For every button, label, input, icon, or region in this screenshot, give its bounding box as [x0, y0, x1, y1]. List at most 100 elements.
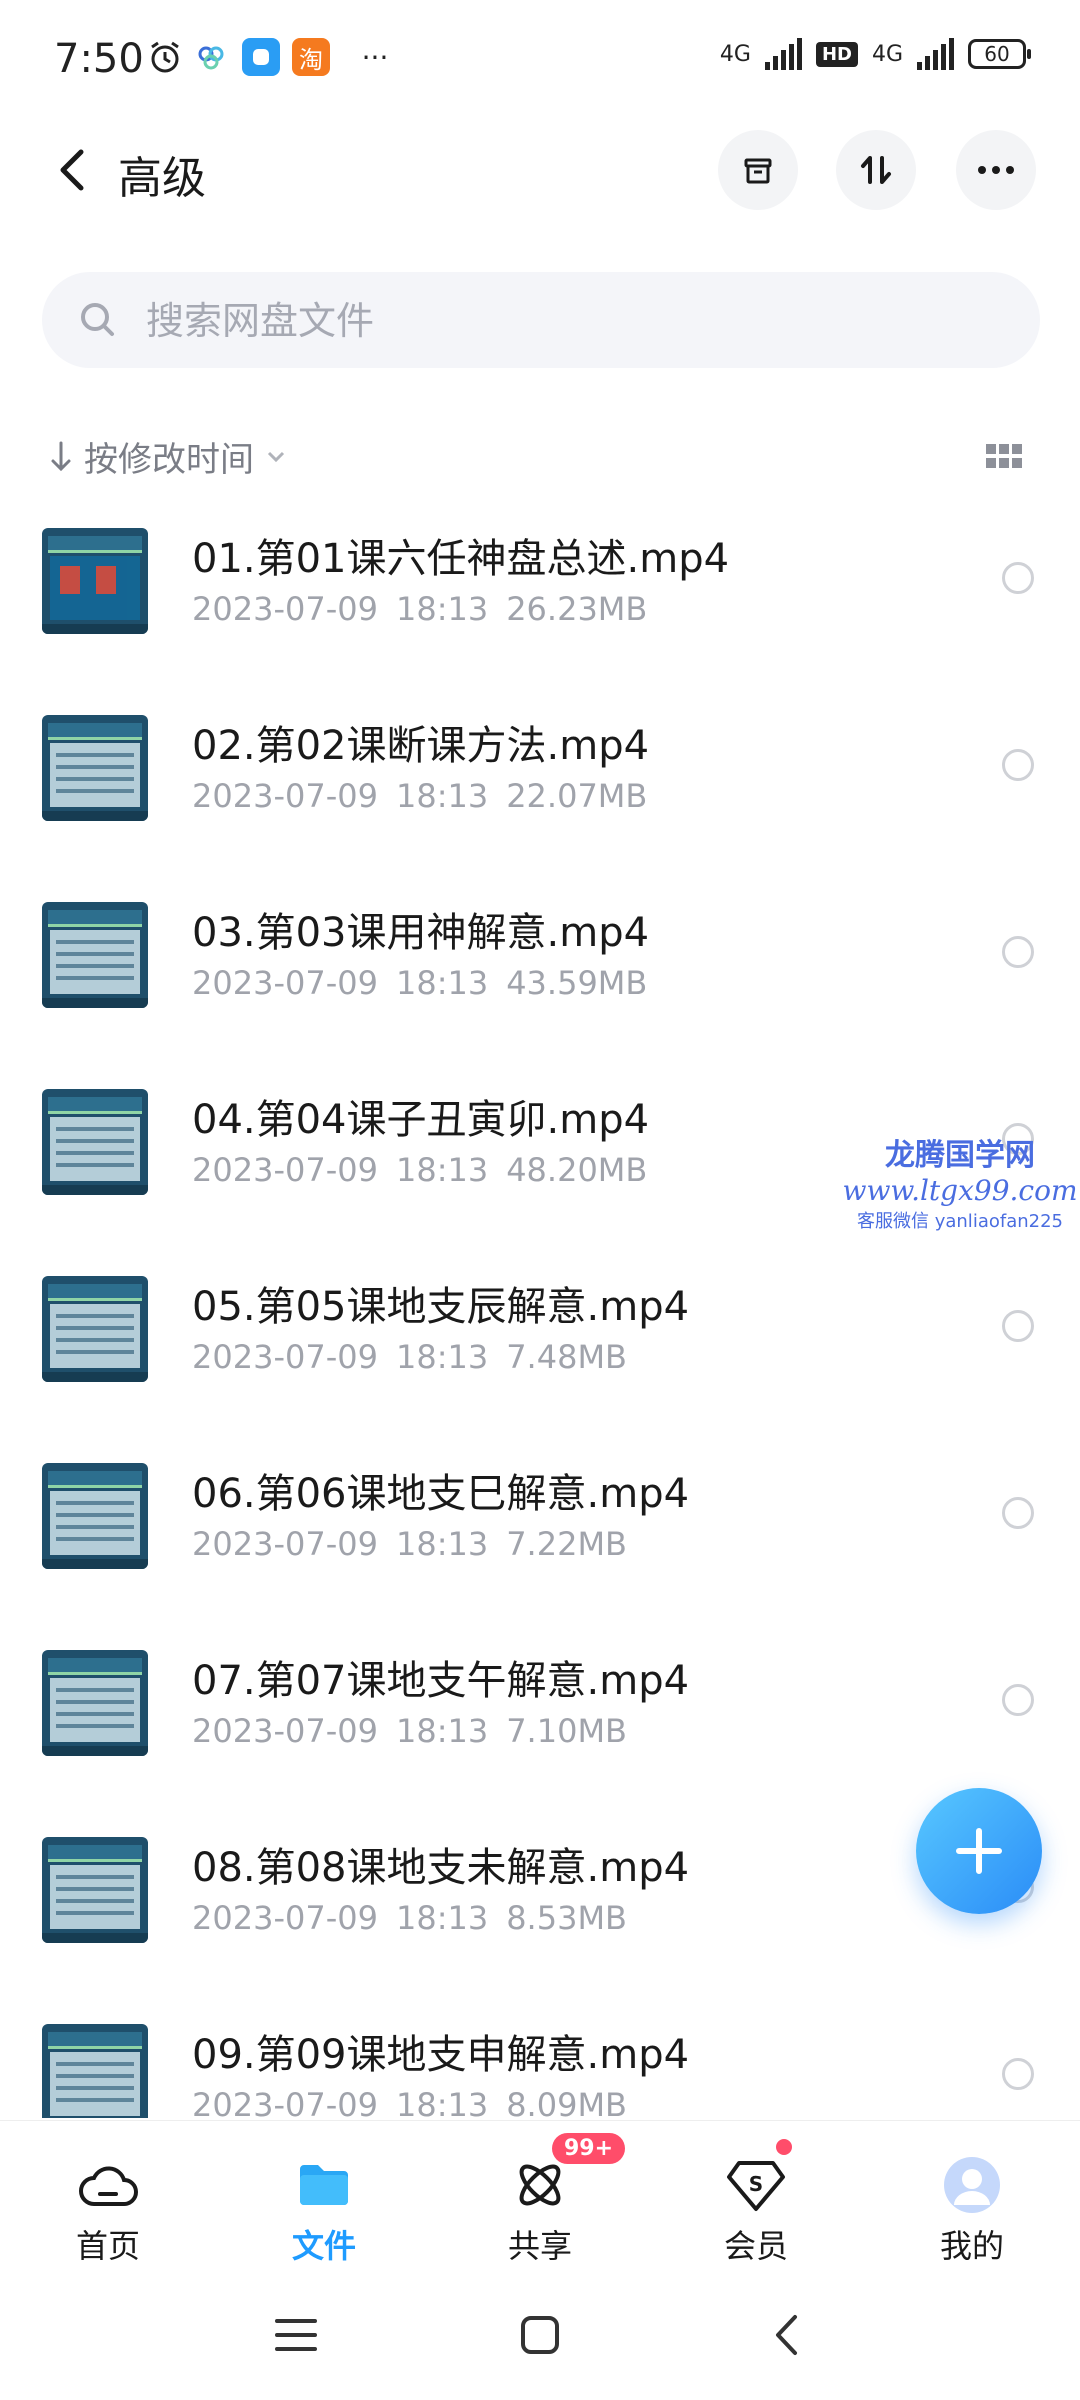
file-date: 2023-07-09 [192, 777, 378, 815]
folder-icon [300, 2165, 348, 2205]
message-app-icon [242, 38, 280, 76]
bottom-nav: 首页 文件 99+ 共享 S 会员 我的 [0, 2120, 1080, 2271]
file-size: 7.48MB [506, 1338, 627, 1376]
signal-icon [764, 38, 802, 70]
back-button[interactable] [46, 144, 98, 196]
file-row[interactable]: 09.第09课地支申解意.mp4 2023-07-09 18:13 8.09MB [0, 1994, 1080, 2118]
hd-badge: HD [815, 41, 858, 67]
file-name: 09.第09课地支申解意.mp4 [192, 2032, 690, 2078]
video-thumbnail [42, 1463, 148, 1569]
file-name: 07.第07课地支午解意.mp4 [192, 1658, 690, 1704]
file-list: 01.第01课六任神盘总述.mp4 2023-07-09 18:13 26.23MB… [0, 498, 1080, 2118]
arrow-down-icon [51, 441, 71, 471]
network-type-1: 4G [719, 41, 751, 67]
page-title: 高级 [118, 153, 206, 204]
nav-files-label: 文件 [291, 2227, 356, 2265]
file-row[interactable]: 06.第06课地支巳解意.mp4 2023-07-09 18:13 7.22MB [0, 1433, 1080, 1620]
file-row[interactable]: 02.第02课断课方法.mp4 2023-07-09 18:13 22.07MB [0, 685, 1080, 872]
file-date: 2023-07-09 [192, 1712, 378, 1750]
file-meta: 2023-07-09 18:13 8.09MB [192, 2086, 645, 2118]
battery-icon: 60 [968, 39, 1031, 69]
watermark-title: 龙腾国学网 [885, 1138, 1035, 1173]
system-nav-bar [0, 2270, 1080, 2400]
nav-files[interactable]: 文件 [244, 2155, 404, 2267]
nav-share-label: 共享 [507, 2227, 572, 2265]
file-name: 03.第03课用神解意.mp4 [192, 910, 650, 956]
file-name: 04.第04课子丑寅卯.mp4 [192, 1097, 650, 1143]
vip-notification-dot [776, 2139, 792, 2155]
file-meta: 2023-07-09 18:13 22.07MB [192, 777, 665, 815]
plus-icon [956, 1828, 1002, 1874]
file-meta: 2023-07-09 18:13 7.48MB [192, 1338, 645, 1376]
taobao-icon: 淘 [292, 38, 330, 76]
transfer-button[interactable] [836, 130, 916, 210]
select-checkbox[interactable] [1002, 936, 1034, 968]
watermark: 龙腾国学网 www.ltgx99.com 客服微信 yanliaofan225 [840, 1130, 1080, 1233]
nav-me[interactable]: 我的 [892, 2155, 1052, 2267]
vip-diamond-icon: S [727, 2161, 785, 2211]
file-size: 48.20MB [506, 1151, 648, 1189]
chevron-down-icon [267, 451, 285, 462]
nav-home-label: 首页 [75, 2227, 140, 2265]
video-thumbnail [42, 1276, 148, 1382]
file-size: 7.10MB [506, 1712, 627, 1750]
status-time: 7:50 [54, 36, 144, 82]
more-menu-button[interactable] [956, 130, 1036, 210]
nav-vip[interactable]: S 会员 [676, 2139, 836, 2267]
select-checkbox[interactable] [1002, 1310, 1034, 1342]
add-button[interactable] [916, 1788, 1042, 1914]
network-type-2: 4G [871, 41, 903, 67]
nav-share[interactable]: 99+ 共享 [460, 2133, 626, 2267]
file-date: 2023-07-09 [192, 590, 378, 628]
app-notification-icon [192, 38, 230, 76]
chevron-left-icon [60, 149, 84, 191]
alarm-icon [146, 38, 184, 76]
file-date: 2023-07-09 [192, 1525, 378, 1563]
share-atom-icon [519, 2164, 561, 2206]
search-icon [81, 303, 114, 336]
file-row[interactable]: 01.第01课六任神盘总述.mp4 2023-07-09 18:13 26.23MB [0, 498, 1080, 685]
file-time: 18:13 [395, 1899, 489, 1937]
recent-apps-button[interactable] [266, 2310, 326, 2360]
file-time: 18:13 [395, 964, 489, 1002]
file-row[interactable]: 07.第07课地支午解意.mp4 2023-07-09 18:13 7.10MB [0, 1620, 1080, 1807]
file-meta: 2023-07-09 18:13 26.23MB [192, 590, 665, 628]
file-time: 18:13 [395, 2086, 489, 2118]
select-checkbox[interactable] [1002, 749, 1034, 781]
file-size: 8.53MB [506, 1899, 627, 1937]
status-bar: 7:50 淘 ··· 4G HD 4G 60 [0, 0, 1080, 120]
file-date: 2023-07-09 [192, 1899, 378, 1937]
signal-icon-2 [917, 38, 954, 70]
video-thumbnail [42, 715, 148, 821]
sort-bar: 按修改时间 [0, 420, 1080, 490]
video-thumbnail [42, 1837, 148, 1943]
video-thumbnail [42, 528, 148, 634]
select-checkbox[interactable] [1002, 1684, 1034, 1716]
file-size: 26.23MB [506, 590, 648, 628]
file-date: 2023-07-09 [192, 1151, 378, 1189]
archive-button[interactable] [718, 130, 798, 210]
search-bar[interactable] [42, 272, 1040, 368]
file-meta: 2023-07-09 18:13 7.22MB [192, 1525, 645, 1563]
video-thumbnail [42, 902, 148, 1008]
select-checkbox[interactable] [1002, 1497, 1034, 1529]
file-name: 08.第08课地支未解意.mp4 [192, 1845, 690, 1891]
file-meta: 2023-07-09 18:13 48.20MB [192, 1151, 665, 1189]
search-input[interactable] [144, 290, 1008, 352]
file-row[interactable]: 05.第05课地支辰解意.mp4 2023-07-09 18:13 7.48MB [0, 1246, 1080, 1433]
grid-view-icon[interactable] [986, 444, 1022, 468]
file-meta: 2023-07-09 18:13 43.59MB [192, 964, 665, 1002]
file-size: 43.59MB [506, 964, 648, 1002]
nav-vip-label: 会员 [723, 2227, 788, 2265]
select-checkbox[interactable] [1002, 2058, 1034, 2090]
system-back-button[interactable] [756, 2310, 816, 2360]
select-checkbox[interactable] [1002, 562, 1034, 594]
video-thumbnail [42, 2024, 148, 2118]
nav-home[interactable]: 首页 [28, 2155, 188, 2267]
file-row[interactable]: 03.第03课用神解意.mp4 2023-07-09 18:13 43.59MB [0, 872, 1080, 1059]
file-time: 18:13 [395, 1712, 489, 1750]
sort-dropdown[interactable]: 按修改时间 [50, 432, 286, 481]
sort-arrows-icon [861, 156, 891, 184]
home-button[interactable] [510, 2310, 570, 2360]
file-meta: 2023-07-09 18:13 8.53MB [192, 1899, 645, 1937]
